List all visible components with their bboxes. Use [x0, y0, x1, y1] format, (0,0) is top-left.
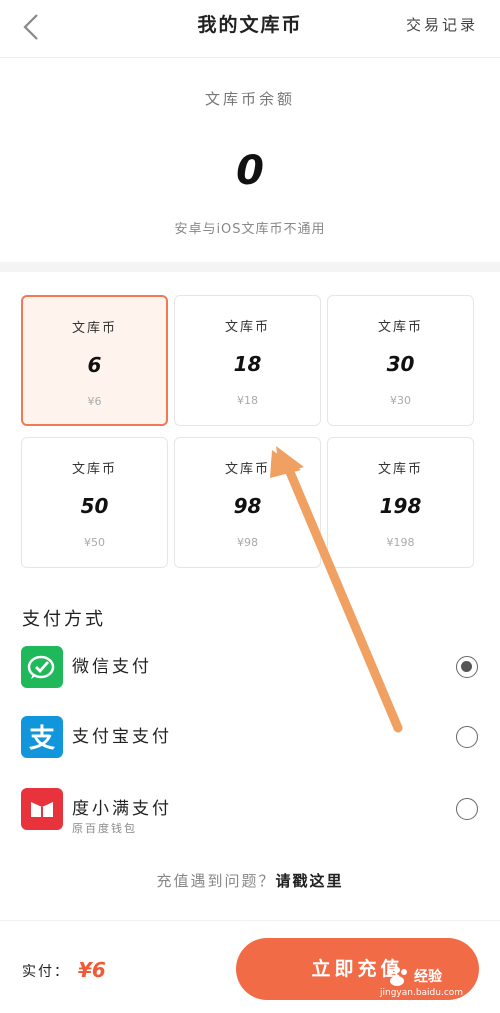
package-price: ¥30 [390, 394, 411, 407]
balance-value: 0 [236, 148, 264, 194]
paw-icon [387, 967, 407, 986]
help-question: 充值遇到问题？ [156, 872, 276, 890]
package-tile[interactable]: 文库币 50 ¥50 [21, 437, 168, 568]
package-name: 文库币 [71, 462, 117, 477]
help-link[interactable]: 请戳这里 [276, 872, 344, 890]
package-price: ¥50 [84, 536, 105, 549]
footer-divider [0, 920, 500, 921]
package-tile[interactable]: 文库币 30 ¥30 [327, 295, 474, 426]
svg-text:支: 支 [29, 724, 55, 754]
package-amount: 198 [379, 494, 422, 518]
payment-method-title: 支付方式 [22, 609, 106, 630]
payment-label: 微信支付 [72, 657, 152, 677]
package-name: 文库币 [71, 321, 117, 336]
package-price: ¥198 [386, 536, 415, 549]
watermark-text: 经验 [414, 969, 442, 985]
watermark-url: jingyan.baidu.com [380, 988, 464, 998]
payment-subtext: 原百度钱包 [72, 822, 137, 835]
package-amount: 18 [233, 352, 262, 376]
payment-label: 支付宝支付 [72, 727, 172, 747]
balance-label: 文库币余额 [204, 90, 295, 108]
package-price: ¥6 [87, 395, 102, 408]
package-name: 文库币 [377, 320, 423, 335]
package-tile[interactable]: 文库币 198 ¥198 [327, 437, 474, 568]
help-line: 充值遇到问题？请戳这里 [0, 870, 500, 891]
package-tile[interactable]: 文库币 18 ¥18 [174, 295, 321, 426]
package-name: 文库币 [224, 320, 270, 335]
paid-label: 实付： [22, 964, 70, 980]
package-tile[interactable]: 文库币 6 ¥6 [21, 295, 168, 426]
package-amount: 6 [87, 353, 102, 377]
section-divider [0, 262, 500, 272]
duxiaoman-icon [21, 788, 63, 830]
package-price: ¥18 [237, 394, 258, 407]
package-amount: 30 [386, 352, 415, 376]
top-bar: 我的文库币 交易记录 [0, 0, 500, 58]
payment-option-duxiaoman[interactable]: 度小满支付 原百度钱包 [0, 784, 500, 835]
balance-note: 安卓与iOS文库币不通用 [174, 222, 326, 237]
package-price: ¥98 [237, 536, 258, 549]
transaction-records-link[interactable]: 交易记录 [406, 14, 478, 35]
package-amount: 50 [80, 494, 109, 518]
package-name: 文库币 [377, 462, 423, 477]
baidu-jingyan-watermark: 经验 jingyan.baidu.com [380, 966, 495, 1002]
paid-amount: ¥6 [78, 958, 106, 982]
package-tile[interactable]: 文库币 98 ¥98 [174, 437, 321, 568]
radio-button-selected[interactable] [456, 656, 478, 678]
payment-label: 度小满支付 [72, 799, 172, 819]
package-name: 文库币 [224, 462, 270, 477]
alipay-icon: 支 [21, 716, 63, 758]
radio-button[interactable] [456, 726, 478, 748]
payment-option-wechat[interactable]: 微信支付 [0, 642, 500, 692]
package-amount: 98 [233, 494, 262, 518]
package-grid: 文库币 6 ¥6 文库币 18 ¥18 文库币 30 ¥30 文库币 50 ¥5… [21, 295, 475, 570]
payment-option-alipay[interactable]: 支 支付宝支付 [0, 712, 500, 762]
radio-button[interactable] [456, 798, 478, 820]
wechat-pay-icon [21, 646, 63, 688]
